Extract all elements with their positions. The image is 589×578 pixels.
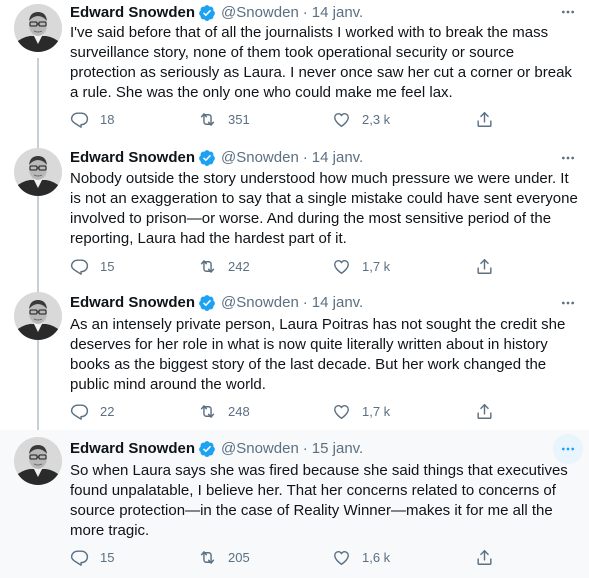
reply-count: 22	[100, 403, 115, 419]
tweet-text: Nobody outside the story understood how …	[70, 170, 578, 247]
like-icon	[332, 548, 351, 567]
retweet-button[interactable]: 205	[198, 547, 250, 567]
tweet-date[interactable]: 15 janv.	[312, 439, 363, 459]
tweet-text: As an intensely private person, Laura Po…	[70, 316, 566, 393]
retweet-button[interactable]: 248	[198, 401, 250, 421]
author-handle[interactable]: @Snowden	[221, 3, 299, 23]
like-button[interactable]: 1,6 k	[332, 547, 390, 567]
like-button[interactable]: 1,7 k	[332, 401, 390, 421]
reply-count: 15	[100, 549, 115, 565]
share-icon	[475, 110, 494, 129]
tweet[interactable]: Edward Snowden @Snowden · 14 janv. I've …	[0, 0, 589, 143]
like-count: 2,3 k	[362, 111, 391, 127]
retweet-count: 242	[228, 258, 250, 274]
share-icon	[475, 548, 494, 567]
author-handle[interactable]: @Snowden	[221, 148, 299, 168]
tweet-text: So when Laura says she was fired because…	[70, 462, 568, 539]
tweet-actions: 15 242 1,7 k	[70, 256, 510, 276]
retweet-icon	[198, 548, 217, 567]
verified-badge-icon	[198, 294, 216, 312]
separator: ·	[302, 440, 308, 457]
more-icon	[560, 4, 576, 20]
verified-badge-icon	[198, 440, 216, 458]
like-count: 1,7 k	[362, 258, 391, 274]
reply-count: 18	[100, 111, 115, 127]
more-icon	[560, 295, 576, 311]
share-icon	[475, 402, 494, 421]
author-name[interactable]: Edward Snowden	[70, 3, 195, 23]
tweet[interactable]: Edward Snowden @Snowden · 14 janv. As an…	[0, 286, 589, 430]
share-button[interactable]	[475, 547, 494, 567]
tweet-date[interactable]: 14 janv.	[312, 3, 363, 23]
reply-button[interactable]: 15	[70, 256, 114, 276]
avatar[interactable]	[14, 148, 62, 196]
like-count: 1,7 k	[362, 403, 391, 419]
verified-badge-icon	[198, 149, 216, 167]
like-icon	[332, 257, 351, 276]
more-icon	[560, 150, 576, 166]
share-icon	[475, 257, 494, 276]
retweet-count: 205	[228, 549, 250, 565]
separator: ·	[302, 294, 308, 311]
like-icon	[332, 402, 351, 421]
tweet[interactable]: Edward Snowden @Snowden · 15 janv. So wh…	[0, 430, 589, 578]
verified-badge-icon	[198, 4, 216, 22]
author-name[interactable]: Edward Snowden	[70, 148, 195, 168]
separator: ·	[302, 149, 308, 166]
author-handle[interactable]: @Snowden	[221, 293, 299, 313]
reply-icon	[70, 548, 89, 567]
retweet-button[interactable]: 351	[198, 109, 250, 129]
tweet-date[interactable]: 14 janv.	[312, 293, 363, 313]
retweet-icon	[198, 402, 217, 421]
like-icon	[332, 110, 351, 129]
share-button[interactable]	[475, 109, 494, 129]
retweet-button[interactable]: 242	[198, 256, 250, 276]
tweet[interactable]: Edward Snowden @Snowden · 14 janv. Nobod…	[0, 143, 589, 286]
more-icon	[560, 441, 576, 457]
retweet-icon	[198, 110, 217, 129]
author-name[interactable]: Edward Snowden	[70, 439, 195, 459]
tweet-text: I've said before that of all the journal…	[70, 24, 572, 101]
retweet-icon	[198, 257, 217, 276]
reply-icon	[70, 257, 89, 276]
reply-icon	[70, 402, 89, 421]
author-name[interactable]: Edward Snowden	[70, 293, 195, 313]
retweet-count: 351	[228, 111, 250, 127]
tweet-actions: 18 351 2,3 k	[70, 109, 510, 129]
tweet-actions: 15 205 1,6 k	[70, 547, 510, 567]
avatar[interactable]	[14, 292, 62, 340]
more-button[interactable]	[553, 434, 583, 464]
more-button[interactable]	[553, 288, 583, 318]
author-handle[interactable]: @Snowden	[221, 439, 299, 459]
like-button[interactable]: 1,7 k	[332, 256, 390, 276]
share-button[interactable]	[475, 401, 494, 421]
like-count: 1,6 k	[362, 549, 391, 565]
reply-button[interactable]: 22	[70, 401, 114, 421]
avatar[interactable]	[14, 4, 62, 52]
avatar[interactable]	[14, 437, 62, 485]
like-button[interactable]: 2,3 k	[332, 109, 390, 129]
reply-icon	[70, 110, 89, 129]
tweet-date[interactable]: 14 janv.	[312, 148, 363, 168]
reply-button[interactable]: 18	[70, 109, 114, 129]
share-button[interactable]	[475, 256, 494, 276]
separator: ·	[302, 4, 308, 21]
reply-button[interactable]: 15	[70, 547, 114, 567]
tweet-actions: 22 248 1,7 k	[70, 401, 510, 421]
retweet-count: 248	[228, 403, 250, 419]
reply-count: 15	[100, 258, 115, 274]
